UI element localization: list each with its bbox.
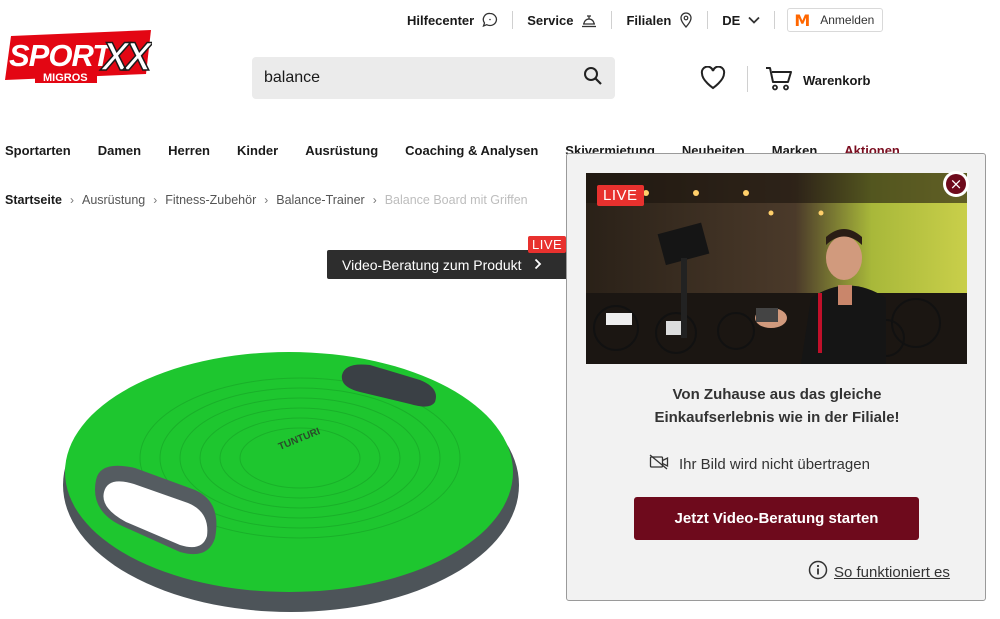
privacy-note: Ihr Bild wird nicht übertragen [649, 454, 870, 474]
divider [747, 66, 748, 92]
breadcrumb-ausruestung[interactable]: Ausrüstung [82, 193, 145, 207]
live-badge: LIVE [528, 236, 567, 253]
product-image[interactable]: TUNTURI [60, 340, 522, 619]
sportxx-logo[interactable]: SPORT XX MIGROS [5, 30, 158, 86]
search-input[interactable] [264, 69, 583, 87]
language-select[interactable]: DE [708, 8, 774, 32]
heart-icon [700, 65, 726, 94]
chevron-right-icon: › [69, 193, 74, 207]
chat-bubble-icon [482, 12, 498, 28]
divider [774, 11, 776, 29]
camera-off-icon [649, 454, 669, 474]
stores-label: Filialen [626, 12, 672, 28]
breadcrumb: Startseite › Ausrüstung › Fitness-Zubehö… [5, 193, 528, 207]
video-consultation-popup: LIVE × Von Zuhause aus das gleiche Einka… [566, 153, 986, 601]
svg-text:SPORT: SPORT [9, 38, 114, 73]
language-label: DE [722, 12, 741, 28]
search-icon[interactable] [583, 66, 603, 91]
popup-headline-line2: Einkaufserlebnis wie in der Filiale! [654, 409, 900, 426]
how-it-works-label: So funktioniert es [834, 563, 950, 581]
how-it-works-link[interactable]: So funktioniert es [808, 560, 950, 584]
service-bell-icon [581, 12, 597, 28]
help-center-link[interactable]: Hilfecenter [393, 8, 512, 32]
cart-icon [765, 66, 793, 95]
popup-headline-line1: Von Zuhause aus das gleiche [672, 386, 882, 403]
info-icon [808, 560, 828, 584]
location-pin-icon [679, 12, 693, 28]
login-button[interactable]: M Anmelden [787, 8, 884, 32]
migros-m-logo: M [794, 10, 811, 30]
search-bar [252, 57, 615, 99]
service-link[interactable]: Service [513, 8, 611, 32]
chevron-right-icon: › [153, 193, 158, 207]
nav-item-damen[interactable]: Damen [98, 143, 141, 158]
page: SPORT XX MIGROS Hilfecenter Service Fili… [0, 0, 1000, 619]
breadcrumb-home[interactable]: Startseite [5, 193, 62, 207]
popup-live-badge: LIVE [597, 185, 644, 206]
popup-headline: Von Zuhause aus das gleiche Einkaufserle… [567, 383, 987, 429]
svg-text:XX: XX [100, 35, 152, 79]
nav-item-herren[interactable]: Herren [168, 143, 210, 158]
start-video-consultation-button[interactable]: Jetzt Video-Beratung starten [634, 497, 919, 540]
chevron-down-icon [748, 16, 760, 24]
stores-link[interactable]: Filialen [612, 8, 707, 32]
video-consultation-tab[interactable]: Video-Beratung zum Produkt [327, 250, 567, 279]
utility-bar: Hilfecenter Service Filialen DE M Anmeld… [393, 8, 884, 32]
login-label: Anmelden [820, 13, 875, 27]
close-button[interactable]: × [943, 171, 969, 197]
nav-item-coaching[interactable]: Coaching & Analysen [405, 143, 538, 158]
nav-item-kinder[interactable]: Kinder [237, 143, 278, 158]
cart-button[interactable]: Warenkorb [765, 66, 870, 95]
close-icon: × [946, 174, 966, 194]
cart-label: Warenkorb [803, 73, 871, 88]
chevron-right-icon: › [372, 193, 377, 207]
nav-item-ausruestung[interactable]: Ausrüstung [305, 143, 378, 158]
video-consultation-label: Video-Beratung zum Produkt [342, 256, 522, 273]
wishlist-button[interactable] [700, 65, 726, 95]
svg-text:MIGROS: MIGROS [43, 72, 88, 84]
breadcrumb-fitness-zubehoer[interactable]: Fitness-Zubehör [165, 193, 256, 207]
nav-item-sportarten[interactable]: Sportarten [5, 143, 71, 158]
chevron-right-icon: › [264, 193, 269, 207]
chevron-right-icon [534, 257, 542, 273]
service-label: Service [527, 12, 574, 28]
privacy-text: Ihr Bild wird nicht übertragen [679, 455, 870, 473]
help-center-label: Hilfecenter [407, 12, 475, 28]
breadcrumb-current: Balance Board mit Griffen [384, 193, 528, 207]
breadcrumb-balance-trainer[interactable]: Balance-Trainer [276, 193, 364, 207]
